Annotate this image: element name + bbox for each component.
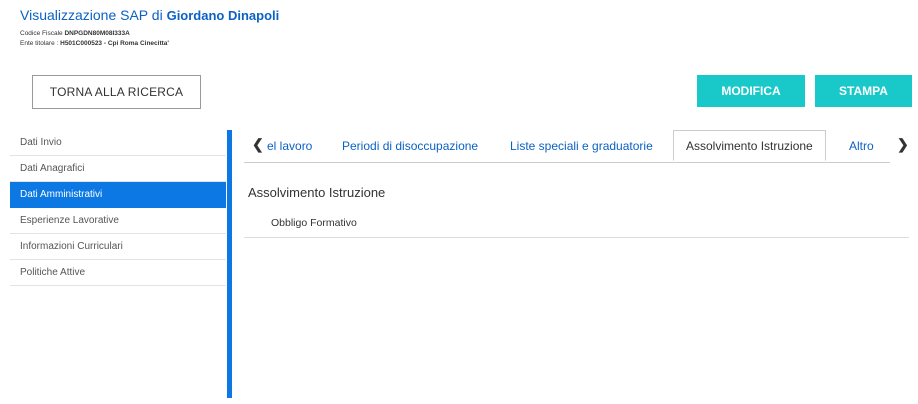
section-title: Assolvimento Istruzione [248, 185, 386, 200]
fiscal-code-label: Codice Fiscale [20, 30, 63, 37]
chevron-left-icon[interactable]: ❮ [252, 136, 264, 153]
ente-label: Ente titolare : [20, 40, 59, 47]
chevron-right-icon[interactable]: ❯ [897, 136, 909, 153]
sidebar-item-politiche-attive[interactable]: Politiche Attive [10, 260, 226, 286]
tab-assolvimento-istruzione[interactable]: Assolvimento Istruzione [673, 130, 826, 161]
edit-button[interactable]: MODIFICA [697, 75, 805, 107]
print-button[interactable]: STAMPA [815, 75, 912, 107]
back-to-search-button[interactable]: TORNA ALLA RICERCA [32, 75, 201, 109]
tab-altro[interactable]: Altro [849, 130, 874, 161]
sidebar-item-esperienze-lavorative[interactable]: Esperienze Lavorative [10, 208, 226, 234]
page-title-prefix: Visualizzazione SAP di [20, 7, 167, 23]
fiscal-code-value: DNPGDN80M08I333A [64, 30, 130, 37]
fiscal-code: Codice Fiscale DNPGDN80M08I333A [20, 30, 130, 37]
page-title: Visualizzazione SAP di Giordano Dinapoli [20, 7, 279, 23]
sidebar-divider [227, 130, 232, 398]
tab-bar: el lavoro Periodi di disoccupazione List… [244, 130, 890, 163]
sidebar-item-dati-amministrativi[interactable]: Dati Amministrativi [10, 182, 226, 208]
tab-periodi-disoccupazione[interactable]: Periodi di disoccupazione [342, 130, 478, 161]
sidebar-item-dati-invio[interactable]: Dati Invio [10, 130, 226, 156]
tab-el-lavoro[interactable]: el lavoro [267, 130, 312, 161]
sidebar-item-informazioni-curriculari[interactable]: Informazioni Curriculari [10, 234, 226, 260]
sidebar-item-dati-anagrafici[interactable]: Dati Anagrafici [10, 156, 226, 182]
list-item[interactable]: Obbligo Formativo [244, 212, 909, 238]
person-name: Giordano Dinapoli [166, 8, 280, 23]
tab-liste-speciali[interactable]: Liste speciali e graduatorie [510, 130, 653, 161]
ente-value: H501C000523 - Cpi Roma Cinecitta' [60, 40, 169, 47]
list-item-label: Obbligo Formativo [271, 217, 357, 229]
ente-titolare: Ente titolare : H501C000523 - Cpi Roma C… [20, 40, 169, 47]
sidebar: Dati Invio Dati Anagrafici Dati Amminist… [10, 130, 226, 286]
